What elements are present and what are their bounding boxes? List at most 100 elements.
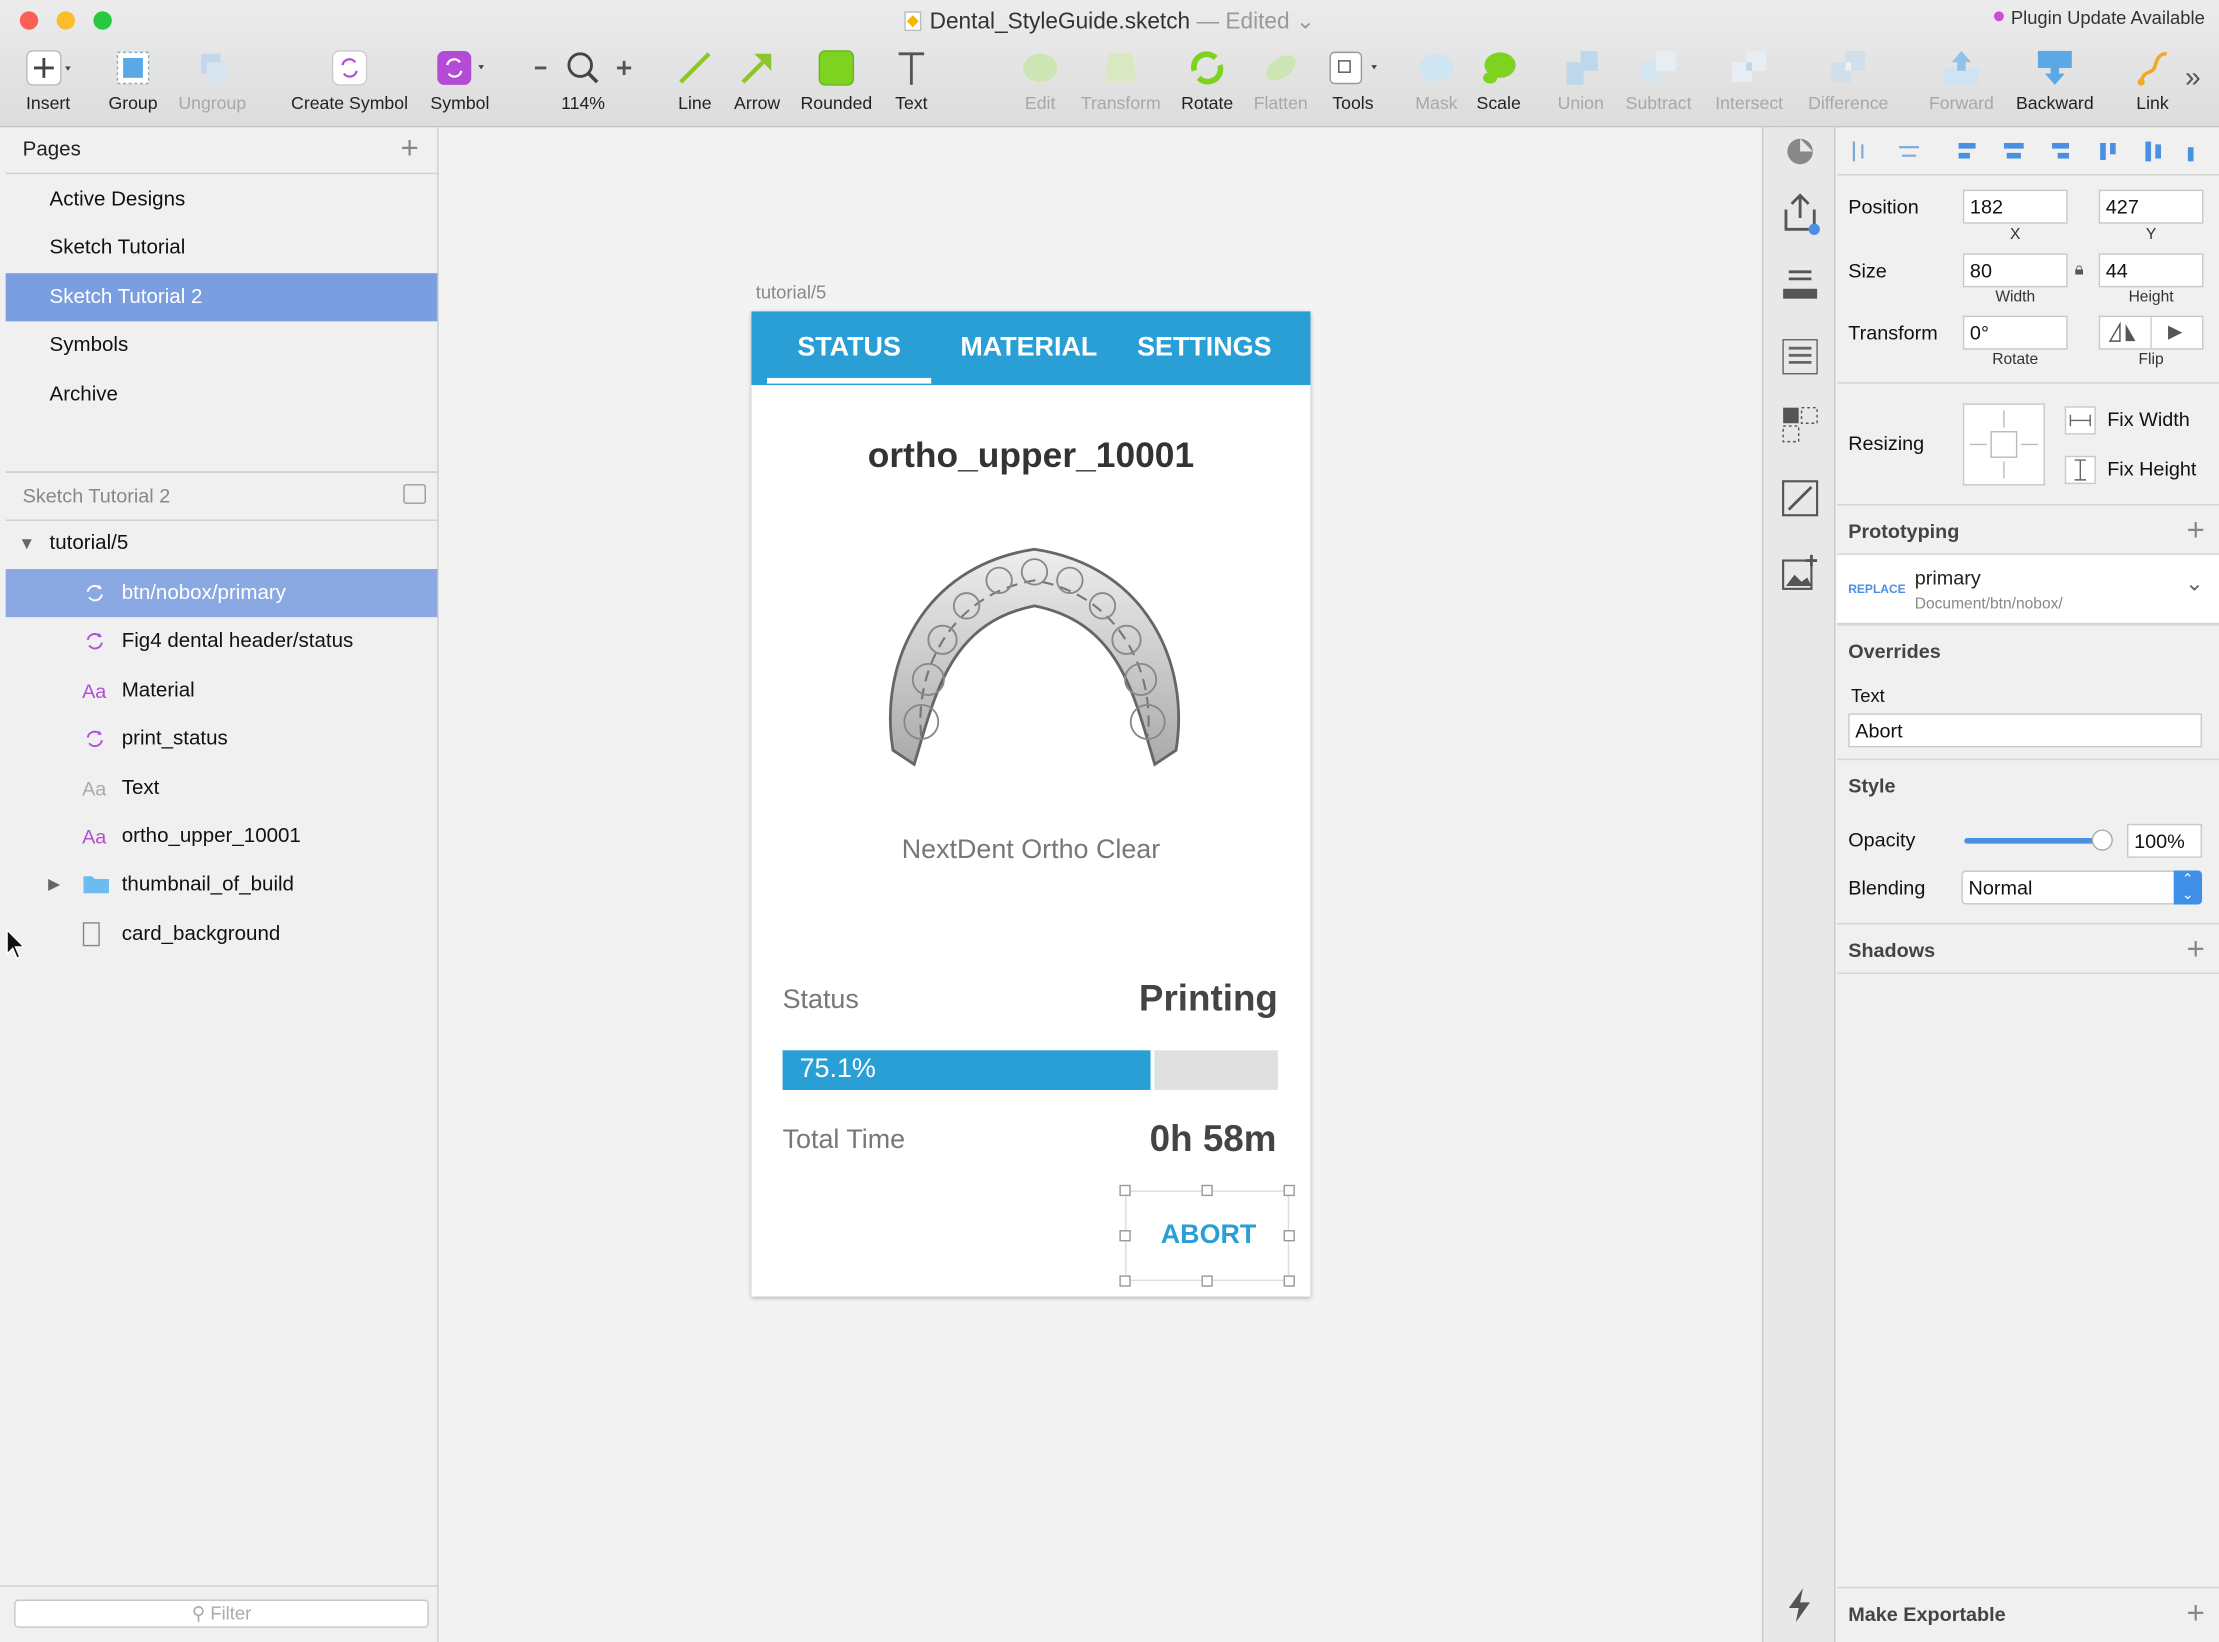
add-export-plus-icon[interactable]: + <box>2187 1588 2205 1639</box>
create-symbol-button[interactable]: Create Symbol <box>282 42 418 113</box>
override-text-input[interactable]: Abort <box>1848 713 2203 748</box>
page-item[interactable]: Sketch Tutorial 2 <box>5 272 438 322</box>
constraints-icon[interactable] <box>1964 405 2043 484</box>
line-icon <box>668 42 722 93</box>
line-button[interactable]: Line <box>668 42 722 113</box>
layer-artboard[interactable]: ▼ tutorial/5 <box>6 519 438 567</box>
color-picker-icon[interactable] <box>1783 136 1817 167</box>
rotate-input[interactable]: 0° <box>1962 315 2068 350</box>
tools-label: Tools <box>1332 93 1374 114</box>
width-input[interactable]: 80 <box>1962 253 2068 288</box>
scale-button[interactable]: Scale <box>1472 42 1526 113</box>
mask-icon <box>1410 42 1464 93</box>
flip-icons[interactable] <box>2100 317 2202 349</box>
height-input[interactable]: 44 <box>2098 253 2204 288</box>
page-item[interactable]: Symbols <box>6 322 438 370</box>
page-item[interactable]: Archive <box>6 370 438 418</box>
group-button[interactable]: Group <box>102 42 164 113</box>
edit-button[interactable]: Edit <box>1013 42 1067 113</box>
resizing-constraints-widget[interactable] <box>1962 403 2045 486</box>
edit-shape-icon[interactable] <box>1780 478 1820 518</box>
tab-material[interactable]: MATERIAL <box>944 311 1114 385</box>
transform-button[interactable]: Transform <box>1076 42 1167 113</box>
artboard-label[interactable]: tutorial/5 <box>756 282 827 303</box>
overflow-chevron-icon[interactable]: » <box>2185 62 2201 95</box>
subtract-button[interactable]: Subtract <box>1619 42 1698 113</box>
layer-align-bottom-icon[interactable] <box>1780 263 1820 303</box>
layer-item[interactable]: ▶ thumbnail_of_build <box>6 861 438 909</box>
disclosure-triangle-down-icon[interactable]: ▼ <box>18 519 35 567</box>
ungroup-button[interactable]: Ungroup <box>173 42 252 113</box>
intersect-button[interactable]: Intersect <box>1707 42 1792 113</box>
zoom-control[interactable]: 114% <box>529 42 637 113</box>
abort-button[interactable]: ABORT <box>1119 1184 1295 1287</box>
union-button[interactable]: Union <box>1551 42 1610 113</box>
layer-item[interactable]: btn/nobox/primary <box>5 569 438 618</box>
page-item[interactable]: Sketch Tutorial <box>6 224 438 272</box>
layer-item[interactable]: print_status <box>6 715 438 763</box>
layer-item[interactable]: Aa Material <box>6 666 438 714</box>
layer-filter-input[interactable]: ⚲ Filter <box>14 1599 429 1628</box>
rounded-button[interactable]: Rounded <box>795 42 877 113</box>
text-tool-button[interactable]: Text <box>886 42 937 113</box>
flatten-button[interactable]: Flatten <box>1248 42 1313 113</box>
add-prototype-plus-icon[interactable]: + <box>2187 505 2205 556</box>
resize-handle[interactable] <box>1119 1184 1131 1197</box>
add-shadow-plus-icon[interactable]: + <box>2187 924 2205 975</box>
resize-handle[interactable] <box>1201 1184 1213 1197</box>
material-name: NextDent Ortho Clear <box>901 835 1161 865</box>
add-image-icon[interactable] <box>1780 552 1820 592</box>
backward-button[interactable]: Backward <box>2010 42 2101 113</box>
symbols-grid-icon[interactable] <box>1780 405 1820 445</box>
resize-handle[interactable] <box>1201 1275 1213 1287</box>
artboard-card[interactable]: STATUS MATERIAL SETTINGS ortho_upper_100… <box>751 311 1311 1297</box>
resize-handle[interactable] <box>1119 1275 1131 1287</box>
edit-icon <box>1013 42 1067 93</box>
disclosure-triangle-right-icon[interactable]: ▶ <box>48 861 60 909</box>
plugin-update-notice[interactable]: Plugin Update Available <box>1993 7 2205 28</box>
tab-status[interactable]: STATUS <box>767 311 931 385</box>
mask-button[interactable]: Mask <box>1410 42 1464 113</box>
resize-handle[interactable] <box>1283 1230 1295 1242</box>
difference-label: Difference <box>1808 93 1889 114</box>
abort-button-label: ABORT <box>1160 1220 1257 1250</box>
lightning-icon[interactable] <box>1786 1585 1814 1625</box>
flip-buttons[interactable] <box>2098 315 2204 350</box>
insert-button[interactable]: Insert <box>17 42 79 113</box>
chevron-down-icon[interactable]: ⌄ <box>2185 569 2204 597</box>
page-item[interactable]: Active Designs <box>6 176 438 224</box>
lock-proportions-icon[interactable]: 🔒︎ <box>2075 259 2084 280</box>
collapse-layers-icon[interactable] <box>403 484 426 504</box>
layer-item[interactable]: card_background <box>6 910 438 958</box>
opacity-slider[interactable] <box>1964 829 2113 851</box>
forward-button[interactable]: Forward <box>1922 42 2001 113</box>
difference-button[interactable]: Difference <box>1800 42 1896 113</box>
blending-select[interactable]: Normal ⌃ ⌄ <box>1961 870 2203 905</box>
resize-handle[interactable] <box>1283 1275 1295 1287</box>
resize-handle[interactable] <box>1119 1230 1131 1242</box>
symbol-button[interactable]: Symbol <box>425 42 496 113</box>
export-upload-icon[interactable] <box>1780 190 1820 235</box>
position-y-input[interactable]: 427 <box>2098 189 2204 224</box>
rotate-button[interactable]: Rotate <box>1175 42 1240 113</box>
tab-settings[interactable]: SETTINGS <box>1122 311 1286 385</box>
tools-button[interactable]: Tools <box>1322 42 1384 113</box>
add-page-plus-icon[interactable]: + <box>400 130 418 167</box>
position-x-input[interactable]: 182 <box>1962 189 2068 224</box>
layer-item[interactable]: Fig4 dental header/status <box>6 618 438 666</box>
rotate-label: Rotate <box>1181 93 1234 114</box>
layer-item[interactable]: Aa ortho_upper_10001 <box>6 813 438 861</box>
fix-height-toggle[interactable] <box>2064 455 2096 485</box>
align-icons[interactable] <box>1848 139 2202 164</box>
text-layout-icon[interactable] <box>1780 337 1820 377</box>
prototype-link-row[interactable]: REPLACE primary Document/btn/nobox/ ⌄ <box>1836 553 2219 625</box>
chevron-down-icon[interactable]: ⌄ <box>1296 10 1315 34</box>
select-stepper-icon[interactable]: ⌃ ⌄ <box>2173 870 2203 905</box>
fix-width-toggle[interactable] <box>2064 406 2096 435</box>
opacity-slider-knob[interactable] <box>2091 829 2113 851</box>
link-button[interactable]: Link <box>2126 42 2180 113</box>
resize-handle[interactable] <box>1283 1184 1295 1197</box>
arrow-button[interactable]: Arrow <box>727 42 786 113</box>
layer-item[interactable]: Aa Text <box>6 764 438 812</box>
opacity-input[interactable]: 100% <box>2127 823 2203 858</box>
